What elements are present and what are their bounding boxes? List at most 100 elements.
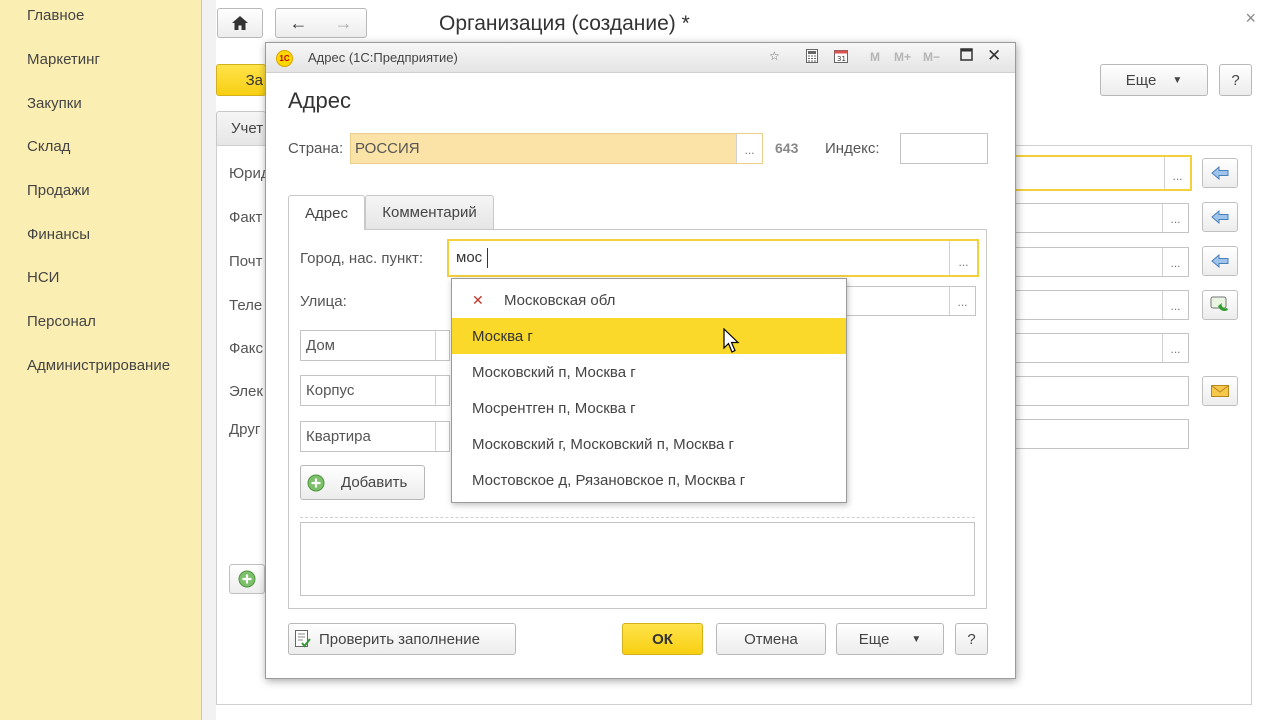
envelope-icon [1211, 385, 1229, 397]
tab-comment[interactable]: Комментарий [365, 195, 494, 229]
dialog-help-button[interactable]: ? [955, 623, 988, 655]
select-dots-button[interactable]: ... [1162, 248, 1188, 276]
clear-x-icon[interactable]: ✕ [464, 292, 504, 309]
house-field[interactable]: Дом [300, 330, 450, 361]
1c-logo-icon: 1C [276, 50, 293, 67]
sidebar-item-main[interactable]: Главное [27, 7, 84, 24]
sidebar-item-sales[interactable]: Продажи [27, 182, 90, 199]
memory-plus-button[interactable]: M+ [894, 50, 911, 64]
maximize-icon[interactable] [960, 48, 973, 64]
svg-text:31: 31 [837, 55, 846, 63]
sidebar: Главное Маркетинг Закупки Склад Продажи … [0, 0, 202, 720]
building-field-label: Корпус [306, 382, 355, 399]
dialog-title: Адрес [288, 88, 351, 113]
suggestion-item[interactable]: Московский п, Москва г [452, 354, 846, 390]
email-field[interactable] [996, 376, 1189, 406]
suggestion-item[interactable]: ✕ Московская обл [452, 282, 846, 318]
ok-button[interactable]: ОК [622, 623, 703, 655]
add-button-label: Добавить [341, 474, 408, 491]
select-dots-button[interactable]: ... [1162, 204, 1188, 232]
dialog-more-label: Еще [858, 630, 890, 648]
suggestion-label: Москва г [472, 327, 533, 345]
select-dots-button[interactable]: ... [736, 134, 762, 163]
field-divider [435, 422, 436, 451]
home-button[interactable] [217, 8, 263, 38]
postal-address-field[interactable]: ... [996, 247, 1189, 277]
fax-field[interactable]: ... [996, 333, 1189, 363]
dialog-header: 1C Адрес (1С:Предприятие) ☆ 31 M M+ M− ✕ [266, 43, 1015, 73]
field-divider [435, 331, 436, 360]
suggestion-item[interactable]: Московский г, Московский п, Москва г [452, 426, 846, 462]
home-icon [232, 16, 248, 30]
select-dots-button[interactable]: ... [1164, 157, 1190, 189]
select-dots-button[interactable]: ... [1162, 291, 1188, 319]
sidebar-item-purchases[interactable]: Закупки [27, 95, 82, 112]
phone-icon [1210, 296, 1228, 311]
sidebar-item-personnel[interactable]: Персонал [27, 313, 96, 330]
city-input[interactable]: мос ... [447, 239, 979, 277]
add-contact-button[interactable] [229, 564, 265, 594]
calculator-icon[interactable] [806, 49, 818, 66]
cancel-button[interactable]: Отмена [716, 623, 826, 655]
plus-circle-icon [307, 474, 325, 491]
send-email-button[interactable] [1202, 376, 1238, 406]
fill-address-button[interactable] [1202, 246, 1238, 276]
index-field[interactable] [900, 133, 988, 164]
actual-address-field[interactable]: ... [996, 203, 1189, 233]
suggestion-item[interactable]: Мостовское д, Рязановское п, Москва г [452, 462, 846, 498]
arrow-left-icon [1211, 254, 1229, 268]
fill-address-button[interactable] [1202, 202, 1238, 232]
select-dots-button[interactable]: ... [949, 241, 977, 275]
save-button[interactable]: За [216, 64, 266, 96]
suggestion-label: Мостовское д, Рязановское п, Москва г [472, 471, 746, 489]
check-filling-button[interactable]: Проверить заполнение [288, 623, 516, 655]
country-field[interactable]: РОССИЯ ... [350, 133, 763, 164]
building-field[interactable]: Корпус [300, 375, 450, 406]
more-button-label: Еще [1125, 71, 1157, 89]
more-button[interactable]: Еще ▼ [1100, 64, 1208, 96]
sidebar-item-finance[interactable]: Финансы [27, 226, 90, 243]
save-button-label: За [245, 71, 263, 89]
city-label: Город, нас. пункт: [300, 250, 424, 267]
forward-arrow-icon[interactable]: → [335, 13, 353, 34]
city-suggestions-dropdown: ✕ Московская обл Москва г Московский п, … [451, 278, 847, 503]
suggestion-item[interactable]: Мосрентген п, Москва г [452, 390, 846, 426]
index-label: Индекс: [825, 140, 880, 157]
suggestion-item-selected[interactable]: Москва г [452, 318, 846, 354]
memory-button[interactable]: M [870, 50, 880, 64]
sidebar-item-administration[interactable]: Администрирование [27, 357, 170, 374]
street-field[interactable]: ... [845, 286, 976, 316]
back-arrow-icon[interactable]: ← [290, 13, 308, 34]
other-field[interactable] [996, 419, 1189, 449]
arrow-left-icon [1211, 210, 1229, 224]
call-button[interactable] [1202, 290, 1238, 320]
sidebar-item-marketing[interactable]: Маркетинг [27, 51, 100, 68]
apartment-field[interactable]: Квартира [300, 421, 450, 452]
phone-field[interactable]: ... [996, 290, 1189, 320]
star-icon[interactable]: ☆ [769, 49, 780, 63]
country-code: 643 [775, 140, 799, 156]
text-caret [487, 248, 488, 268]
tab-accounting[interactable]: Учет [216, 111, 266, 145]
country-label: Страна: [288, 140, 344, 157]
calendar-icon[interactable]: 31 [834, 49, 848, 66]
legal-address-field[interactable]: ... [996, 155, 1192, 191]
select-dots-button[interactable]: ... [949, 287, 975, 315]
select-dots-button[interactable]: ... [1162, 334, 1188, 362]
help-button[interactable]: ? [1219, 64, 1252, 96]
sidebar-divider [202, 0, 216, 720]
sidebar-item-nsi[interactable]: НСИ [27, 269, 59, 286]
tab-address[interactable]: Адрес [288, 195, 365, 230]
mouse-cursor-icon [723, 328, 740, 353]
sidebar-item-warehouse[interactable]: Склад [27, 138, 70, 155]
address-presentation-field[interactable] [300, 522, 975, 596]
fill-address-button[interactable] [1202, 158, 1238, 188]
dialog-more-button[interactable]: Еще ▼ [836, 623, 944, 655]
chevron-down-icon: ▼ [911, 633, 922, 645]
nav-buttons: ← → [275, 8, 367, 38]
add-button[interactable]: Добавить [300, 465, 425, 500]
close-icon[interactable]: ✕ [987, 46, 1001, 66]
memory-minus-button[interactable]: M− [923, 50, 940, 64]
close-icon[interactable]: × [1245, 8, 1256, 29]
address-dialog: 1C Адрес (1С:Предприятие) ☆ 31 M M+ M− ✕… [265, 42, 1016, 679]
